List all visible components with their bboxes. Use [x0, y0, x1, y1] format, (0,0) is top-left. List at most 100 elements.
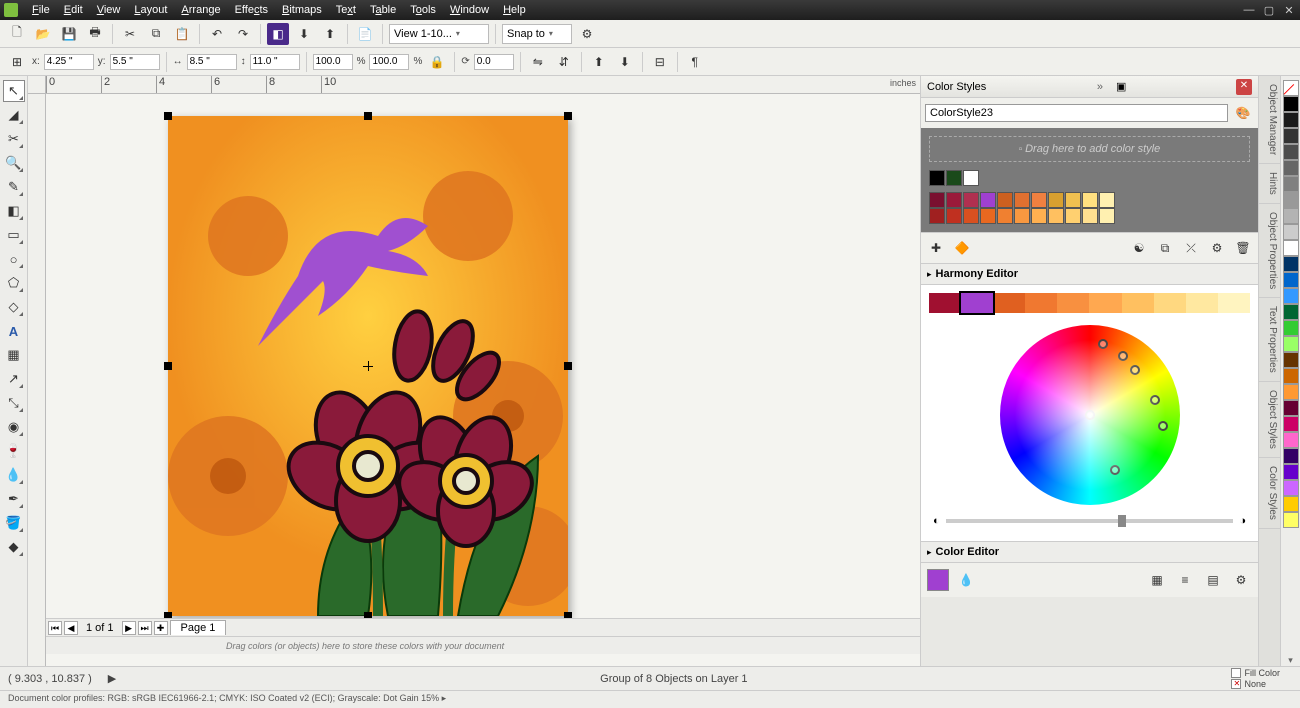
rotation-input[interactable] — [474, 54, 514, 70]
prev-page-button[interactable]: ◀ — [64, 621, 78, 635]
import-button[interactable]: ⬇ — [293, 23, 315, 45]
menu-help[interactable]: Help — [497, 2, 532, 18]
color-swatch[interactable] — [963, 208, 979, 224]
side-tab[interactable]: Object Manager — [1259, 76, 1280, 164]
side-tab[interactable]: Text Properties — [1259, 298, 1280, 382]
palette-swatch[interactable] — [1283, 320, 1299, 336]
outline-none-icon[interactable] — [1231, 679, 1241, 689]
color-swatch[interactable] — [946, 192, 962, 208]
basic-shapes-tool[interactable]: ◇ — [3, 296, 25, 318]
palette-swatch[interactable] — [1283, 224, 1299, 240]
color-swatch[interactable] — [929, 208, 945, 224]
color-swatch[interactable] — [1031, 192, 1047, 208]
color-swatch[interactable] — [997, 192, 1013, 208]
snap-to-combo[interactable]: Snap to — [502, 24, 572, 44]
selection-center-icon[interactable] — [363, 361, 373, 371]
delete-style-button[interactable]: 🗑 — [1232, 237, 1254, 259]
color-swatch[interactable] — [946, 170, 962, 186]
palette-swatch[interactable] — [1283, 432, 1299, 448]
y-position-input[interactable] — [110, 54, 160, 70]
palette-swatch[interactable] — [1283, 208, 1299, 224]
palette-swatch[interactable] — [1283, 496, 1299, 512]
side-tab[interactable]: Object Styles — [1259, 382, 1280, 458]
menu-arrange[interactable]: Arrange — [175, 2, 226, 18]
selection-handle-ml[interactable] — [164, 362, 172, 370]
palette-swatch[interactable] — [1283, 176, 1299, 192]
crop-tool[interactable]: ✂ — [3, 128, 25, 150]
selection-handle-tl[interactable] — [164, 112, 172, 120]
color-viewer-button[interactable]: ▦ — [1146, 569, 1168, 591]
color-wheel[interactable] — [1000, 325, 1180, 505]
new-harmony-button[interactable]: 🔶 — [951, 237, 973, 259]
next-page-button[interactable]: ▶ — [122, 621, 136, 635]
wrap-text-button[interactable]: ¶ — [684, 51, 706, 73]
color-swatch[interactable] — [1048, 192, 1064, 208]
color-style-name-input[interactable] — [925, 104, 1228, 122]
fill-swatch-icon[interactable] — [1231, 668, 1241, 678]
docker-collapse-button[interactable]: » — [1092, 81, 1108, 93]
menu-window[interactable]: Window — [444, 2, 495, 18]
harmony-swatch[interactable] — [1186, 293, 1218, 313]
color-swatch[interactable] — [963, 170, 979, 186]
color-swatch[interactable] — [1014, 192, 1030, 208]
polygon-tool[interactable]: ⬠ — [3, 272, 25, 294]
redo-button[interactable]: ↷ — [232, 23, 254, 45]
first-page-button[interactable]: ⏮ — [48, 621, 62, 635]
palette-swatch[interactable] — [1283, 128, 1299, 144]
color-style-drop-zone[interactable]: ▫ Drag here to add color style — [929, 136, 1250, 162]
palette-swatch[interactable] — [1283, 112, 1299, 128]
print-button[interactable]: 🖶 — [84, 23, 106, 45]
docker-close-button[interactable]: ✕ — [1236, 79, 1252, 95]
mirror-h-button[interactable]: ⇋ — [527, 51, 549, 73]
interactive-fill-tool[interactable]: ◆ — [3, 536, 25, 558]
ellipse-tool[interactable]: ○ — [3, 248, 25, 270]
page-canvas[interactable] — [168, 116, 568, 616]
side-tab[interactable]: Color Styles — [1259, 458, 1280, 529]
menu-tools[interactable]: Tools — [404, 2, 442, 18]
side-tab[interactable]: Object Properties — [1259, 204, 1280, 298]
last-page-button[interactable]: ⏭ — [138, 621, 152, 635]
interactive-blend-tool[interactable]: ◉ — [3, 416, 25, 438]
zoom-level-combo[interactable]: View 1-10... — [389, 24, 489, 44]
palette-swatch[interactable] — [1283, 352, 1299, 368]
freehand-tool[interactable]: ✎ — [3, 176, 25, 198]
current-color-swatch[interactable] — [927, 569, 949, 591]
menu-layout[interactable]: Layout — [128, 2, 173, 18]
palette-swatch[interactable] — [1283, 400, 1299, 416]
table-tool[interactable]: ▦ — [3, 344, 25, 366]
maximize-button[interactable]: ▢ — [1262, 4, 1276, 17]
search-content-button[interactable]: ◧ — [267, 23, 289, 45]
harmony-swatch[interactable] — [1089, 293, 1121, 313]
palette-swatch[interactable] — [1283, 144, 1299, 160]
harmony-strip[interactable] — [929, 293, 1250, 313]
color-swatch[interactable] — [1048, 208, 1064, 224]
color-swatch[interactable] — [1082, 192, 1098, 208]
new-button[interactable]: 🗋 — [6, 23, 28, 45]
palette-swatch[interactable] — [1283, 480, 1299, 496]
color-swatch[interactable] — [1099, 192, 1115, 208]
harmony-slider[interactable]: ◐ ◑ — [929, 509, 1250, 533]
height-input[interactable] — [250, 54, 300, 70]
mirror-v-button[interactable]: ⇵ — [553, 51, 575, 73]
menu-table[interactable]: Table — [364, 2, 402, 18]
scale-x-input[interactable] — [313, 54, 353, 70]
new-color-style-button[interactable]: 🎨 — [1232, 102, 1254, 124]
ungroup-button[interactable]: ⊟ — [649, 51, 671, 73]
harmony-swatch[interactable] — [993, 293, 1025, 313]
connector-tool[interactable]: ⤡ — [3, 392, 25, 414]
harmony-marker[interactable] — [1130, 365, 1140, 375]
lock-ratio-button[interactable]: 🔒 — [426, 51, 448, 73]
harmony-marker[interactable] — [1150, 395, 1160, 405]
break-link-button[interactable]: ⤫ — [1180, 237, 1202, 259]
color-swatch[interactable] — [997, 208, 1013, 224]
zoom-tool[interactable]: 🔍 — [3, 152, 25, 174]
color-swatch[interactable] — [1082, 208, 1098, 224]
publish-pdf-button[interactable]: 📄 — [354, 23, 376, 45]
menu-view[interactable]: View — [91, 2, 127, 18]
undo-button[interactable]: ↶ — [206, 23, 228, 45]
dimension-tool[interactable]: ↗ — [3, 368, 25, 390]
harmony-swatch[interactable] — [1057, 293, 1089, 313]
outline-tool[interactable]: ✒ — [3, 488, 25, 510]
color-swatch[interactable] — [1014, 208, 1030, 224]
palette-swatch[interactable] — [1283, 384, 1299, 400]
